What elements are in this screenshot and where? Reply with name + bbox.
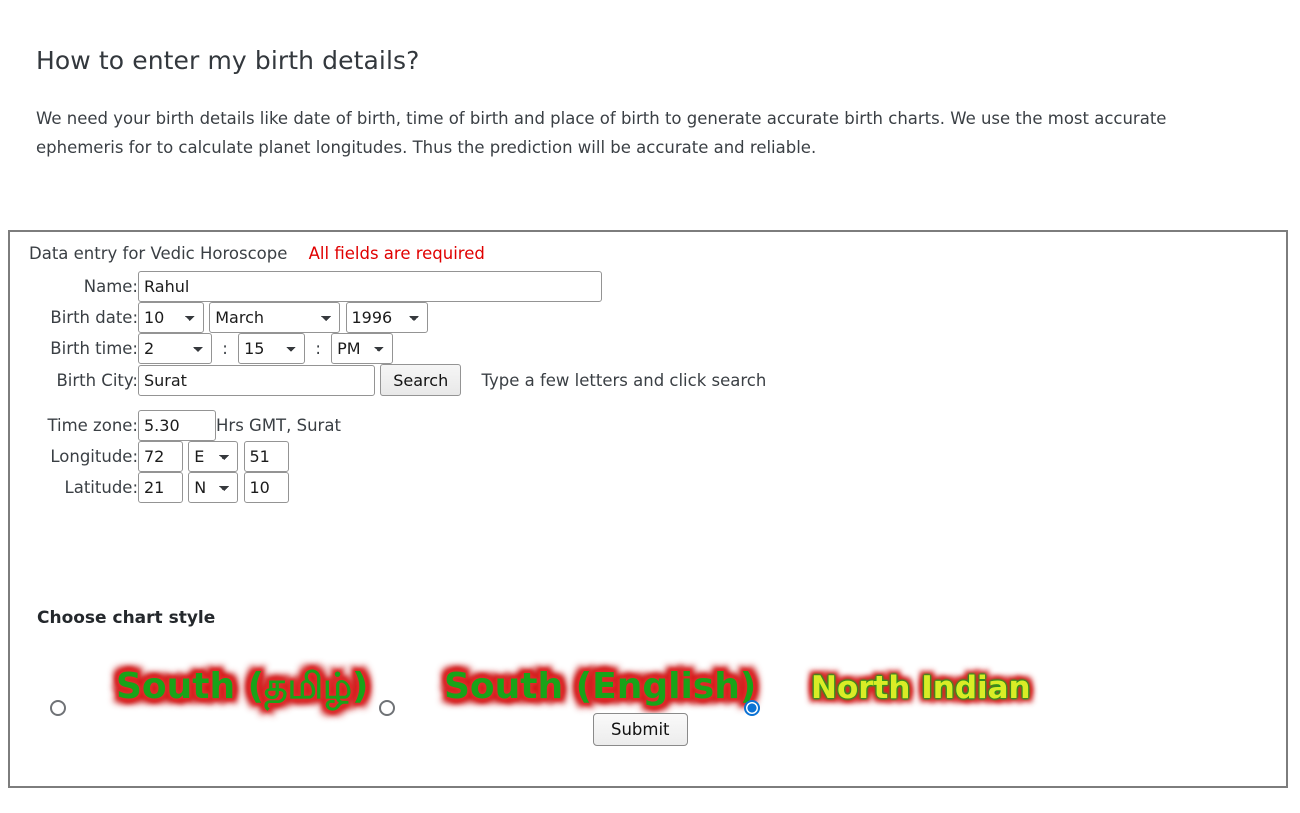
chart-style-art-north-indian: North Indian	[811, 670, 1031, 706]
spacer-row-1	[10, 396, 766, 410]
longitude-minutes-input[interactable]	[243, 441, 289, 472]
longitude-field-cell: E	[138, 441, 766, 472]
form-row-name: Name:	[10, 271, 766, 302]
birth-month-select[interactable]: March	[209, 302, 341, 333]
chart-style-radio-north-indian[interactable]	[744, 700, 760, 716]
form-fields-table: Name: Birth date: 10 March 1996	[10, 271, 766, 503]
page-title: How to enter my birth details?	[36, 46, 420, 75]
longitude-direction-select[interactable]: E	[188, 441, 239, 472]
city-search-button[interactable]: Search	[380, 364, 462, 396]
required-note: All fields are required	[308, 244, 485, 263]
latitude-minutes-input[interactable]	[243, 472, 289, 503]
time-zone-label: Time zone:	[47, 416, 138, 435]
form-row-birth-date: Birth date: 10 March 1996	[10, 302, 766, 333]
birth-meridiem-select[interactable]: PM	[331, 333, 394, 364]
time-zone-field-cell: Hrs GMT, Surat	[138, 410, 766, 441]
page-root: How to enter my birth details? We need y…	[0, 0, 1300, 788]
name-label: Name:	[83, 277, 138, 296]
name-field-cell	[138, 271, 766, 302]
form-row-birth-time: Birth time: 2 : 15 : PM	[10, 333, 766, 364]
latitude-degrees-input[interactable]	[138, 472, 183, 503]
longitude-degrees-input[interactable]	[138, 441, 183, 472]
form-row-time-zone: Time zone: Hrs GMT, Surat	[10, 410, 766, 441]
time-zone-input[interactable]	[138, 410, 216, 441]
form-row-longitude: Longitude: E	[10, 441, 766, 472]
longitude-label: Longitude:	[50, 447, 138, 466]
chart-style-art-south-english: South (English)	[444, 666, 757, 707]
submit-button-wrap: Submit	[593, 713, 688, 746]
city-search-hint: Type a few letters and click search	[481, 370, 767, 390]
chart-style-section: Choose chart style South (தமிழ்) South (…	[31, 608, 1271, 726]
name-input[interactable]	[138, 271, 602, 302]
birth-date-label: Birth date:	[50, 308, 138, 327]
time-separator-2: :	[315, 339, 321, 358]
form-header: Data entry for Vedic Horoscope All field…	[10, 232, 1286, 263]
time-separator-1: :	[222, 339, 228, 358]
latitude-direction-select[interactable]: N	[188, 472, 239, 503]
birth-city-field-cell: Search Type a few letters and click sear…	[138, 364, 766, 396]
time-zone-suffix: Hrs GMT, Surat	[216, 416, 341, 435]
form-row-birth-city: Birth City: Search Type a few letters an…	[10, 364, 766, 396]
horoscope-form-panel: Data entry for Vedic Horoscope All field…	[8, 230, 1288, 788]
birth-city-label: Birth City:	[56, 370, 138, 390]
birth-minute-select[interactable]: 15	[238, 333, 306, 364]
chart-style-radio-south-english[interactable]	[379, 700, 395, 716]
chart-style-radio-south-tamil[interactable]	[50, 700, 66, 716]
birth-day-select[interactable]: 10	[138, 302, 204, 333]
intro-paragraph: We need your birth details like date of …	[36, 109, 1167, 157]
birth-time-field-cell: 2 : 15 : PM	[138, 333, 766, 364]
birth-time-label: Birth time:	[50, 339, 138, 358]
birth-city-input[interactable]	[138, 364, 375, 396]
chart-style-title: Choose chart style	[37, 608, 216, 628]
latitude-label: Latitude:	[64, 478, 138, 497]
form-header-label: Data entry for Vedic Horoscope	[29, 244, 288, 263]
birth-year-select[interactable]: 1996	[345, 302, 428, 333]
birth-hour-select[interactable]: 2	[138, 333, 212, 364]
birth-date-field-cell: 10 March 1996	[138, 302, 766, 333]
chart-style-art-south-tamil: South (தமிழ்)	[116, 666, 369, 707]
submit-button[interactable]: Submit	[593, 713, 688, 746]
form-row-latitude: Latitude: N	[10, 472, 766, 503]
latitude-field-cell: N	[138, 472, 766, 503]
